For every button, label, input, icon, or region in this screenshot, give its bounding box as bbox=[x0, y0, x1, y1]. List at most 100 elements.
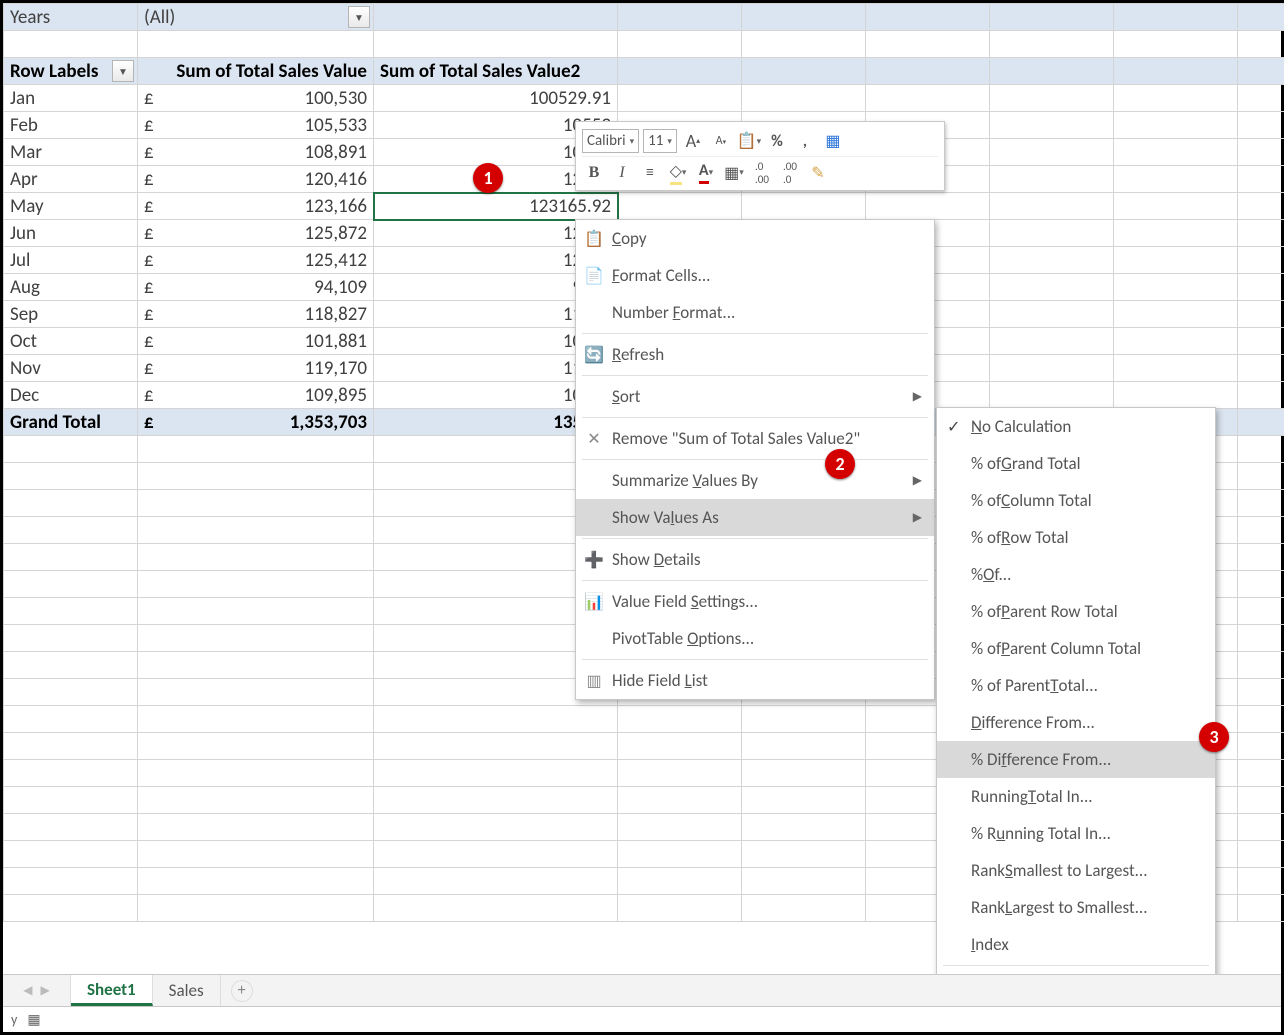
filter-field-label[interactable]: Years bbox=[4, 4, 138, 31]
field-icon: 📊 bbox=[576, 592, 612, 612]
val1-cell[interactable]: £101,881 bbox=[138, 328, 374, 355]
props-icon: 📄 bbox=[576, 266, 612, 286]
sub-of-row-total[interactable]: % of Row Total bbox=[937, 519, 1215, 556]
val1-cell[interactable]: £125,412 bbox=[138, 247, 374, 274]
row-label[interactable]: Jun bbox=[4, 220, 138, 247]
sub-running-total-in[interactable]: Running Total In... bbox=[937, 778, 1215, 815]
ctx-value-field-settings[interactable]: 📊Value Field Settings... bbox=[576, 583, 934, 620]
val1-cell[interactable]: £108,891 bbox=[138, 139, 374, 166]
row-label[interactable]: Mar bbox=[4, 139, 138, 166]
val1-cell[interactable]: £105,533 bbox=[138, 112, 374, 139]
val2-cell[interactable]: 100529.91 bbox=[374, 85, 618, 112]
ctx-show-details[interactable]: ➕Show Details bbox=[576, 541, 934, 578]
sheet-tab-sales[interactable]: Sales bbox=[153, 975, 221, 1006]
shrink-font-icon[interactable]: A▾ bbox=[709, 129, 733, 153]
grand-total-val1[interactable]: £1,353,703 bbox=[138, 409, 374, 436]
italic-icon[interactable]: I bbox=[610, 161, 634, 185]
ctx-label: Value Field Settings... bbox=[612, 591, 758, 612]
sub-no-calculation[interactable]: No Calculation bbox=[937, 408, 1215, 445]
decrease-decimal-icon[interactable]: .00.0 bbox=[778, 161, 802, 185]
row-labels-header[interactable]: Row Labels ▼ bbox=[4, 58, 138, 85]
sub-running-total-in[interactable]: % Running Total In... bbox=[937, 815, 1215, 852]
font-color-icon[interactable]: A▾ bbox=[694, 161, 718, 185]
row-label[interactable]: May bbox=[4, 193, 138, 220]
row-label[interactable]: Aug bbox=[4, 274, 138, 301]
merge-icon[interactable]: ▦ bbox=[821, 129, 845, 153]
row-label[interactable]: Jul bbox=[4, 247, 138, 274]
ctx-summarize-values-by[interactable]: Summarize Values By ▶ bbox=[576, 462, 934, 499]
percent-style-icon[interactable]: % bbox=[765, 129, 789, 153]
chevron-right-icon: ▶ bbox=[913, 473, 922, 488]
sheet-nav-arrows[interactable]: ◀ ▶ bbox=[3, 975, 71, 1006]
ctx-copy[interactable]: 📋Copy bbox=[576, 220, 934, 257]
row-label[interactable]: Nov bbox=[4, 355, 138, 382]
ctx-label: Remove "Sum of Total Sales Value2" bbox=[612, 428, 860, 449]
ctx-label: Format Cells... bbox=[612, 265, 710, 286]
sheet-tab-sheet1[interactable]: Sheet1 bbox=[71, 975, 153, 1006]
font-name-selector[interactable]: Calibri▾ bbox=[582, 129, 639, 153]
val1-cell[interactable]: £119,170 bbox=[138, 355, 374, 382]
ctx-label: Number Format... bbox=[612, 302, 735, 323]
bold-icon[interactable]: B bbox=[582, 161, 606, 185]
sub-of[interactable]: % Of... bbox=[937, 556, 1215, 593]
ctx-format-cells[interactable]: 📄Format Cells... bbox=[576, 257, 934, 294]
comma-style-icon[interactable]: , bbox=[793, 129, 817, 153]
ctx-show-values-as[interactable]: Show Values As▶ bbox=[576, 499, 934, 536]
ctx-pivottable-options[interactable]: PivotTable Options... bbox=[576, 620, 934, 657]
row-label[interactable]: Oct bbox=[4, 328, 138, 355]
increase-decimal-icon[interactable]: .0.00 bbox=[750, 161, 774, 185]
val1-cell[interactable]: £118,827 bbox=[138, 301, 374, 328]
ctx-label: Refresh bbox=[612, 344, 664, 365]
fill-color-icon[interactable]: ◇▾ bbox=[666, 161, 690, 185]
ctx-sort[interactable]: Sort▶ bbox=[576, 378, 934, 415]
val1-cell[interactable]: £100,530 bbox=[138, 85, 374, 112]
grow-font-icon[interactable]: A▴ bbox=[681, 129, 705, 153]
sub-index[interactable]: Index bbox=[937, 926, 1215, 963]
callout-1: 1 bbox=[473, 163, 503, 193]
val1-cell[interactable]: £109,895 bbox=[138, 382, 374, 409]
sub-of-parent-column-total[interactable]: % of Parent Column Total bbox=[937, 630, 1215, 667]
ctx-remove-sum-of-total-sales-value[interactable]: ✕Remove "Sum of Total Sales Value2" bbox=[576, 420, 934, 457]
record-macro-icon[interactable]: ▦ bbox=[27, 1011, 40, 1028]
chevron-right-icon: ▶ bbox=[913, 389, 922, 404]
row-label[interactable]: Sep bbox=[4, 301, 138, 328]
val1-cell[interactable]: £120,416 bbox=[138, 166, 374, 193]
ctx-hide-field-list[interactable]: ▥Hide Field List bbox=[576, 662, 934, 699]
ctx-refresh[interactable]: 🔄Refresh bbox=[576, 336, 934, 373]
sub-difference-from[interactable]: Difference From... bbox=[937, 704, 1215, 741]
ctx-number-format[interactable]: Number Format... bbox=[576, 294, 934, 331]
clear-format-icon[interactable]: ✎ bbox=[806, 161, 830, 185]
sub-of-parent-row-total[interactable]: % of Parent Row Total bbox=[937, 593, 1215, 630]
sub-of-parent-total[interactable]: % of Parent Total... bbox=[937, 667, 1215, 704]
borders-icon[interactable]: ▦▾ bbox=[722, 161, 746, 185]
val1-cell[interactable]: £125,872 bbox=[138, 220, 374, 247]
col1-header[interactable]: Sum of Total Sales Value bbox=[138, 58, 374, 85]
sheet-tabs-bar: ◀ ▶ Sheet1 Sales + bbox=[3, 974, 1281, 1006]
sub-of-column-total[interactable]: % of Column Total bbox=[937, 482, 1215, 519]
show-values-as-submenu: No Calculation% of Grand Total% of Colum… bbox=[936, 407, 1216, 1006]
sub-rank-smallest-to-largest[interactable]: Rank Smallest to Largest... bbox=[937, 852, 1215, 889]
sub-rank-largest-to-smallest[interactable]: Rank Largest to Smallest... bbox=[937, 889, 1215, 926]
font-size-selector[interactable]: 11▾ bbox=[643, 129, 677, 153]
col2-header[interactable]: Sum of Total Sales Value2 bbox=[374, 58, 618, 85]
val2-cell[interactable]: 123165.92 bbox=[374, 193, 618, 220]
row-label[interactable]: Dec bbox=[4, 382, 138, 409]
filter-dropdown-icon[interactable]: ▼ bbox=[348, 6, 370, 28]
align-icon[interactable]: ≡ bbox=[638, 161, 662, 185]
ctx-label: Show Values As bbox=[612, 507, 719, 528]
grand-total-label[interactable]: Grand Total bbox=[4, 409, 138, 436]
format-painter-icon[interactable]: 📋▾ bbox=[737, 129, 761, 153]
sub-difference-from[interactable]: % Difference From... bbox=[937, 741, 1215, 778]
row-label[interactable]: Jan bbox=[4, 85, 138, 112]
row-label[interactable]: Apr bbox=[4, 166, 138, 193]
ctx-label: Summarize Values By bbox=[612, 470, 758, 491]
val1-cell[interactable]: £123,166 bbox=[138, 193, 374, 220]
val1-cell[interactable]: £94,109 bbox=[138, 274, 374, 301]
row-labels-dropdown-icon[interactable]: ▼ bbox=[112, 60, 134, 82]
sub-of-grand-total[interactable]: % of Grand Total bbox=[937, 445, 1215, 482]
filter-value-cell[interactable]: (All) ▼ bbox=[138, 4, 374, 31]
new-sheet-icon[interactable]: + bbox=[231, 980, 253, 1002]
row-label[interactable]: Feb bbox=[4, 112, 138, 139]
filter-value: (All) bbox=[144, 6, 175, 29]
context-menu: 📋Copy📄Format Cells...Number Format...🔄Re… bbox=[575, 219, 935, 700]
